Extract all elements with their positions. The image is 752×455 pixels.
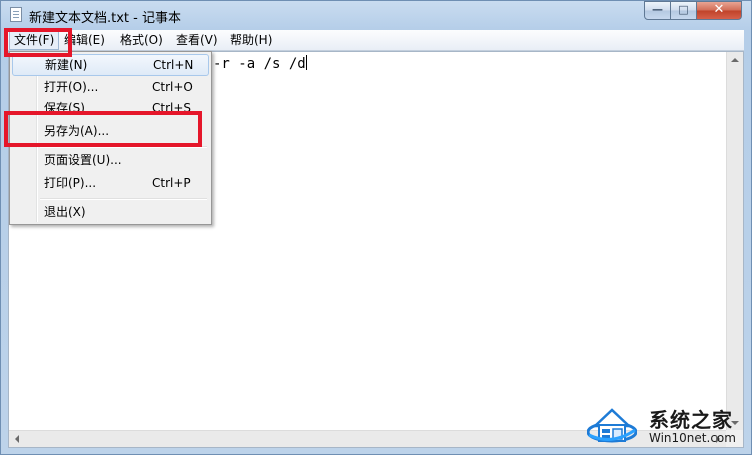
menu-item-open[interactable]: 打开(O)... Ctrl+O	[12, 76, 209, 98]
menu-view[interactable]: 查看(V)	[172, 30, 222, 50]
scroll-up-icon[interactable]	[731, 58, 739, 62]
vertical-scrollbar[interactable]	[726, 52, 743, 431]
menu-item-shortcut: Ctrl+P	[152, 176, 191, 190]
menu-item-exit[interactable]: 退出(X)	[12, 201, 209, 223]
menu-item-shortcut: Ctrl+O	[152, 80, 193, 94]
watermark-title: 系统之家	[649, 408, 733, 432]
text-caret	[305, 55, 307, 70]
menu-item-new[interactable]: 新建(N) Ctrl+N	[12, 54, 209, 76]
annotation-box-file-menu	[4, 28, 72, 57]
notepad-icon	[10, 7, 22, 22]
watermark-subtitle: Win10net.com	[649, 431, 736, 445]
menu-item-print[interactable]: 打印(P)... Ctrl+P	[12, 172, 209, 194]
menu-item-page-setup[interactable]: 页面设置(U)...	[12, 149, 209, 171]
menu-item-label: 页面设置(U)...	[44, 153, 122, 167]
house-logo-icon	[587, 408, 637, 443]
menu-help[interactable]: 帮助(H)	[226, 30, 276, 50]
editor-text: -r -a /s /d	[213, 56, 306, 72]
title-bar[interactable]: 新建文本文档.txt - 记事本 — □ ✕	[1, 1, 751, 30]
menu-separator	[40, 198, 207, 200]
close-button[interactable]: ✕	[696, 1, 742, 20]
menu-bar: 文件(F) 编辑(E) 格式(O) 查看(V) 帮助(H)	[8, 29, 744, 51]
window-title: 新建文本文档.txt - 记事本	[29, 11, 181, 26]
watermark: 系统之家 Win10net.com	[583, 400, 749, 452]
menu-item-label: 打印(P)...	[44, 176, 97, 190]
menu-item-label: 退出(X)	[44, 205, 86, 219]
menu-item-shortcut: Ctrl+N	[153, 58, 194, 72]
editor-content: -r -a /s /d	[213, 55, 307, 72]
minimize-button[interactable]: —	[644, 1, 671, 20]
notepad-window: 新建文本文档.txt - 记事本 — □ ✕ 文件(F) 编辑(E) 格式(O)…	[0, 0, 752, 455]
menu-format[interactable]: 格式(O)	[116, 30, 167, 50]
menu-item-label: 新建(N)	[45, 58, 88, 72]
annotation-box-save-as	[4, 111, 202, 147]
menu-item-label: 打开(O)...	[44, 80, 99, 94]
scroll-left-icon[interactable]	[15, 435, 19, 443]
maximize-button[interactable]: □	[670, 1, 697, 20]
